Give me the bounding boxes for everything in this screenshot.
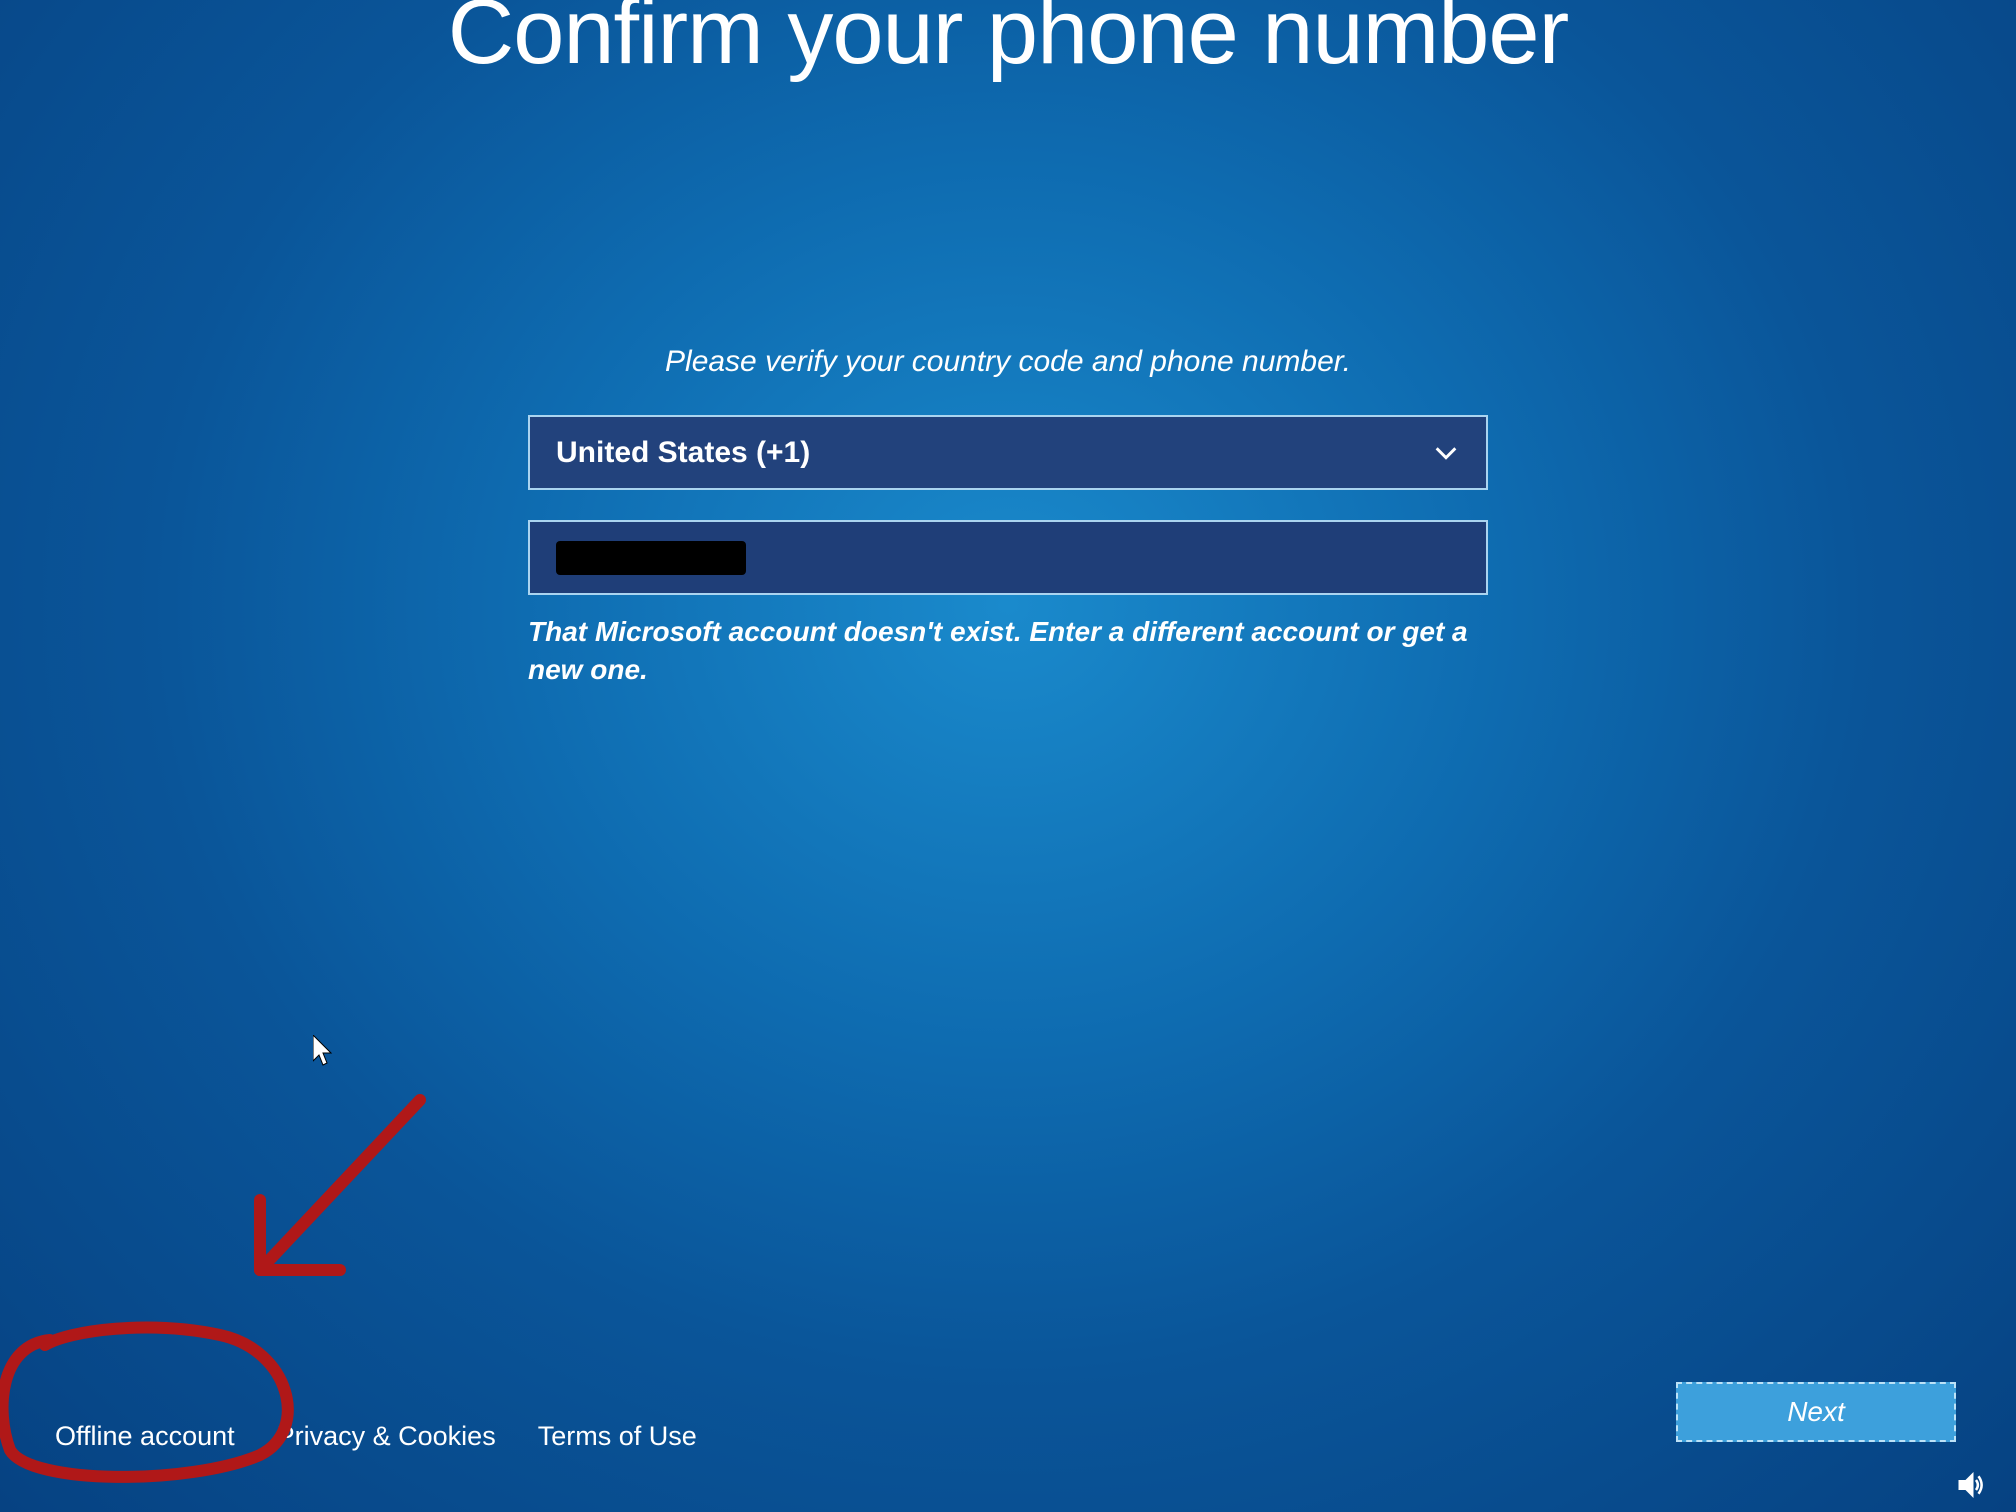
terms-of-use-link[interactable]: Terms of Use [538, 1421, 697, 1452]
mouse-cursor-icon [313, 1035, 337, 1069]
instruction-text: Please verify your country code and phon… [665, 345, 1351, 379]
hand-drawn-arrow-annotation [230, 1090, 440, 1300]
form-area: Please verify your country code and phon… [528, 345, 1488, 689]
country-code-select[interactable]: United States (+1) [528, 415, 1488, 490]
country-code-value: United States (+1) [556, 436, 810, 470]
page-title: Confirm your phone number [448, 0, 1568, 85]
redacted-phone [556, 541, 746, 575]
hand-drawn-circle-annotation [0, 1320, 310, 1490]
bottom-links: Offline account Privacy & Cookies Terms … [55, 1421, 697, 1452]
error-message: That Microsoft account doesn't exist. En… [528, 613, 1488, 689]
chevron-down-icon [1432, 439, 1460, 467]
phone-number-input[interactable] [528, 520, 1488, 595]
offline-account-link[interactable]: Offline account [55, 1421, 235, 1452]
sound-icon[interactable] [1956, 1470, 1986, 1500]
next-button[interactable]: Next [1676, 1382, 1956, 1442]
privacy-cookies-link[interactable]: Privacy & Cookies [277, 1421, 496, 1452]
